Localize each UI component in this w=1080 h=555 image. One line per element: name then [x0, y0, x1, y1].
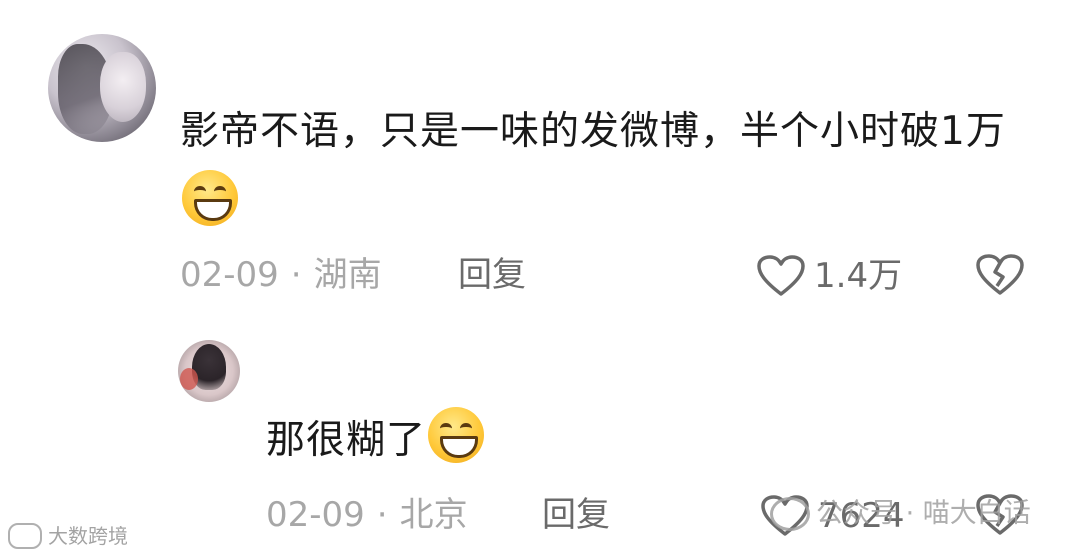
reply-date: 02-09 — [266, 495, 365, 535]
comment-meta: 02-09 · 湖南 — [180, 255, 382, 295]
comment-location: 湖南 — [313, 255, 382, 295]
grin-emoji — [428, 407, 485, 463]
watermark-left-text: 大数跨境 — [48, 524, 128, 548]
comment-date: 02-09 — [180, 255, 279, 295]
like-button[interactable]: 1.4万 — [756, 254, 902, 298]
comment-body: 影帝不语，只是一味的发微博，半个小时破1万 — [180, 96, 1020, 240]
reply-body: 那很糊了 — [266, 405, 766, 477]
meta-separator: · — [290, 255, 302, 295]
meta-separator: · — [376, 495, 388, 535]
reply-button[interactable]: 回复 — [458, 255, 526, 295]
reply-location: 北京 — [399, 495, 468, 535]
broken-heart-icon — [976, 254, 1024, 295]
wechat-bubble-icon — [770, 497, 810, 531]
watermark-logo-icon — [8, 523, 42, 549]
watermark-right: 公众号 · 喵大白话 — [770, 497, 1031, 531]
grin-emoji — [182, 170, 238, 226]
reply-text: 那很糊了 — [266, 418, 427, 463]
watermark-right-text: 公众号 · 喵大白话 — [816, 498, 1031, 529]
like-count: 1.4万 — [814, 256, 903, 296]
user-avatar[interactable] — [48, 34, 156, 142]
reply-button[interactable]: 回复 — [542, 495, 610, 535]
comment-text: 影帝不语，只是一味的发微博，半个小时破1万 — [180, 109, 1006, 154]
heart-outline-icon — [757, 255, 805, 296]
dislike-button[interactable] — [975, 253, 1025, 301]
reply-meta: 02-09 · 北京 — [266, 495, 468, 535]
watermark-left: 大数跨境 — [8, 522, 128, 550]
reply-user-avatar[interactable] — [178, 340, 240, 402]
comment-thread: 影帝不语，只是一味的发微博，半个小时破1万 02-09 · 湖南 回复 1.4万… — [0, 0, 1080, 555]
